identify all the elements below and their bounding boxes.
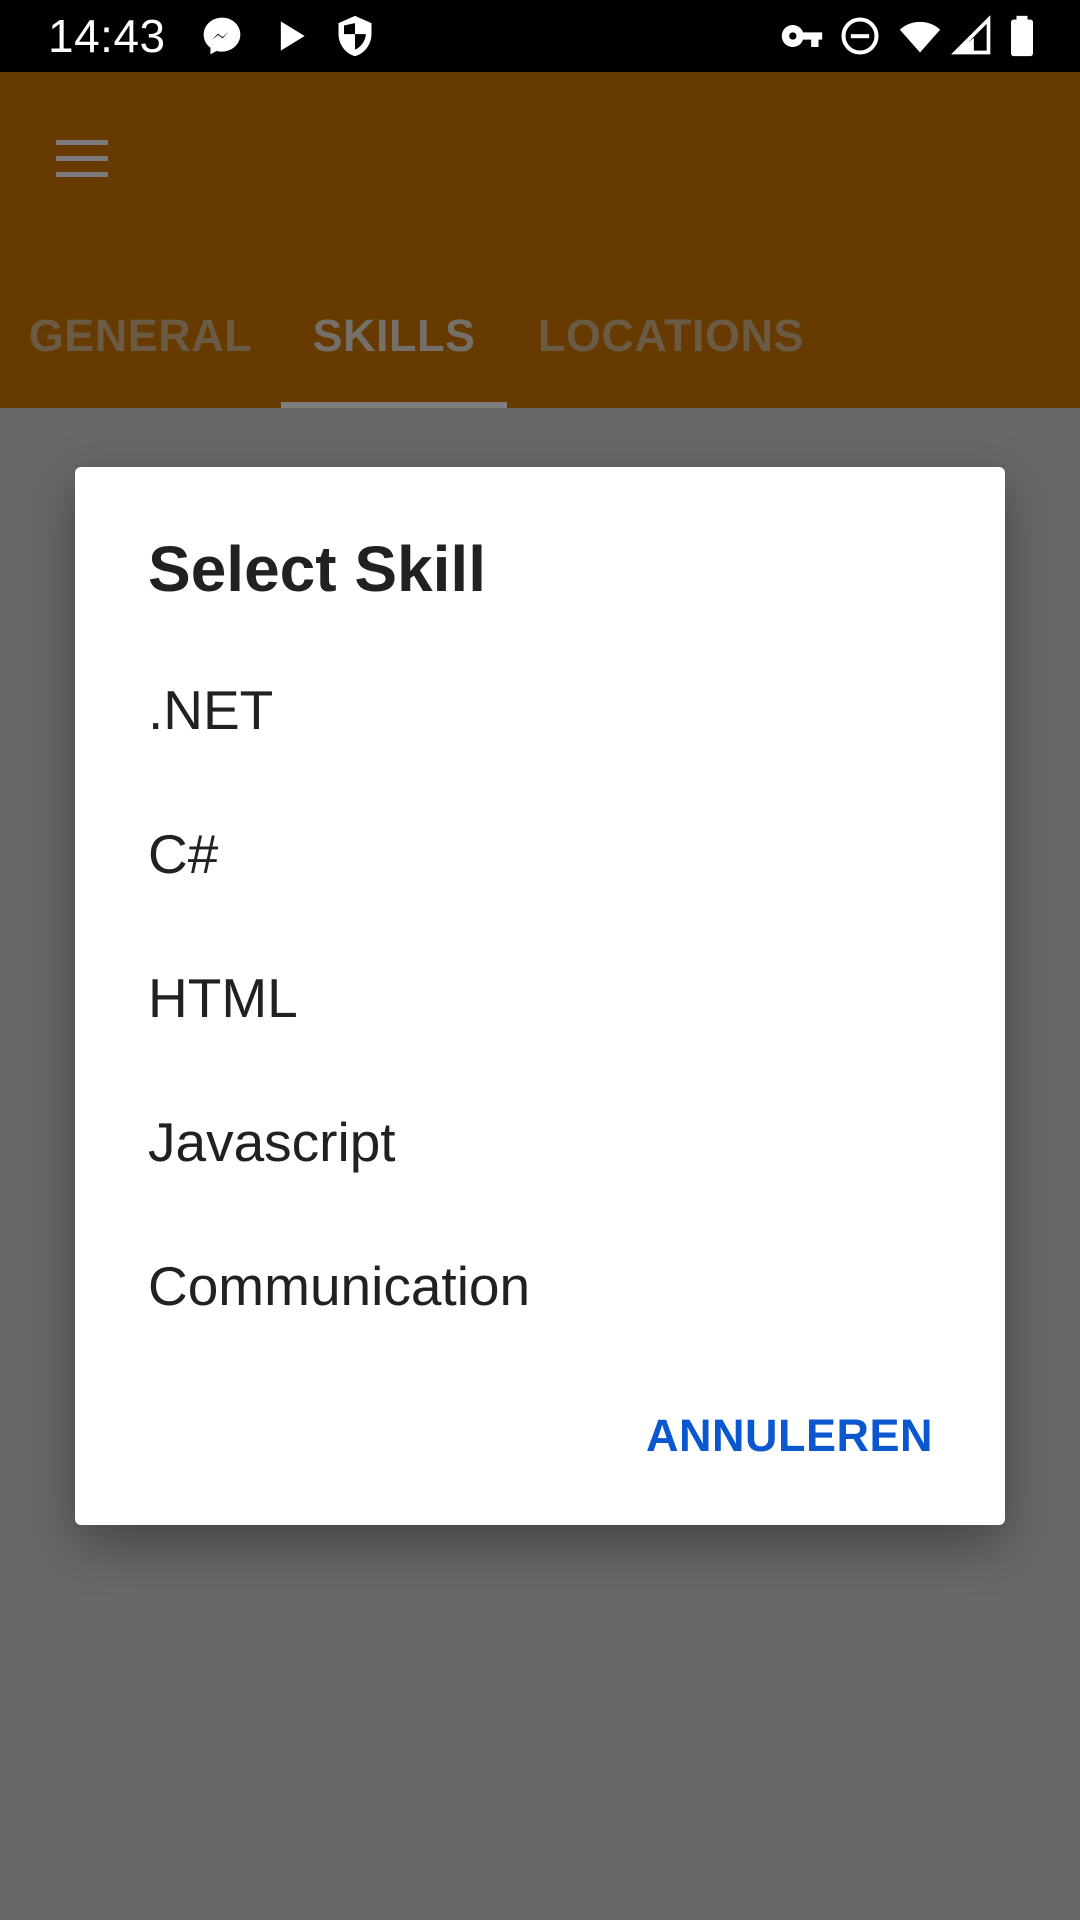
- skill-item-csharp[interactable]: C#: [75, 781, 1005, 925]
- active-tab-indicator: [281, 402, 507, 408]
- messenger-icon: [200, 14, 244, 58]
- status-time: 14:43: [48, 10, 166, 62]
- wifi-icon: [898, 14, 942, 58]
- skill-item-label: Communication: [148, 1255, 531, 1317]
- battery-icon: [1000, 14, 1044, 58]
- hamburger-menu-icon[interactable]: [52, 134, 116, 182]
- cancel-button[interactable]: ANNULEREN: [646, 1411, 933, 1461]
- skill-item-javascript[interactable]: Javascript: [75, 1069, 1005, 1213]
- tab-skills[interactable]: SKILLS: [281, 290, 507, 408]
- select-skill-dialog: Select Skill .NET C# HTML Javascript Com…: [75, 467, 1005, 1525]
- shield-icon: [333, 14, 377, 58]
- tab-locations[interactable]: LOCATIONS: [507, 290, 835, 408]
- skill-item-label: .NET: [148, 679, 274, 741]
- skill-item-communication[interactable]: Communication: [75, 1213, 1005, 1357]
- dialog-title: Select Skill: [148, 533, 486, 605]
- status-bar: 14:43: [0, 0, 1080, 72]
- play-icon: [268, 14, 312, 58]
- skill-item-label: C#: [148, 823, 219, 885]
- skill-item-dotnet[interactable]: .NET: [75, 637, 1005, 781]
- vpn-key-icon: [780, 14, 824, 58]
- signal-icon: [950, 14, 994, 58]
- screen: 14:43 GENERAL SKILLS LOCATIONS Select Sk…: [0, 0, 1080, 1920]
- skill-item-html[interactable]: HTML: [75, 925, 1005, 1069]
- app-bar: GENERAL SKILLS LOCATIONS: [0, 72, 1080, 408]
- do-not-disturb-icon: [838, 14, 882, 58]
- tab-general[interactable]: GENERAL: [0, 290, 281, 408]
- skill-item-label: Javascript: [148, 1111, 396, 1173]
- skill-item-label: HTML: [148, 967, 298, 1029]
- tab-bar: GENERAL SKILLS LOCATIONS: [0, 290, 1080, 408]
